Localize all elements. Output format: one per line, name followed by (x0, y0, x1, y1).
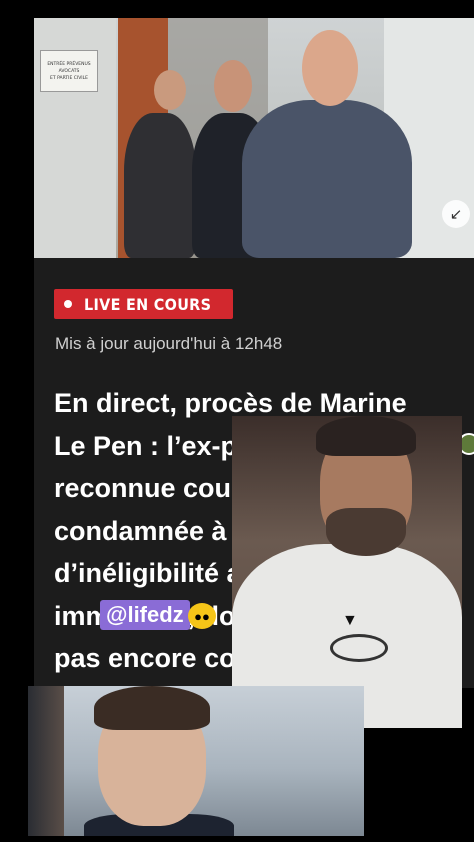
man-beard (326, 508, 406, 556)
person-woman-dark-head (214, 60, 252, 112)
door-sign-line: ET PARTIE CIVILE (50, 75, 88, 81)
door-sign: ENTRÉE PRÉVENUS AVOCATS ET PARTIE CIVILE (40, 50, 98, 92)
webcam-overlay: ▼ (232, 416, 462, 728)
pendant-icon: ▼ (342, 612, 358, 629)
top-news-photo: ENTRÉE PRÉVENUS AVOCATS ET PARTIE CIVILE… (34, 18, 474, 258)
sunglasses-face-icon: ●● (188, 603, 216, 629)
person-woman-blazer (242, 100, 412, 258)
person-woman-blazer-head (302, 30, 358, 106)
bottom-news-photo (28, 686, 364, 836)
man-in-suit-hair (94, 686, 210, 730)
man-hair (316, 416, 416, 456)
blurred-person (28, 686, 64, 836)
door-sign-line: ENTRÉE PRÉVENUS (47, 61, 91, 67)
updated-timestamp: Mis à jour aujourd'hui à 12h48 (55, 334, 283, 353)
person-left-head (154, 70, 186, 110)
live-dot-icon (64, 300, 72, 308)
door-sign-line: AVOCATS (58, 68, 80, 74)
hoodie-logo-icon (330, 634, 388, 662)
person-left (124, 113, 196, 258)
live-badge: LIVE EN COURS (54, 289, 234, 319)
collapse-arrow-icon: ↙ (449, 206, 463, 223)
watermark-handle: @lifedz (100, 600, 190, 630)
live-badge-label: LIVE EN COURS (84, 294, 212, 314)
expand-button[interactable]: ↙ (442, 200, 470, 228)
